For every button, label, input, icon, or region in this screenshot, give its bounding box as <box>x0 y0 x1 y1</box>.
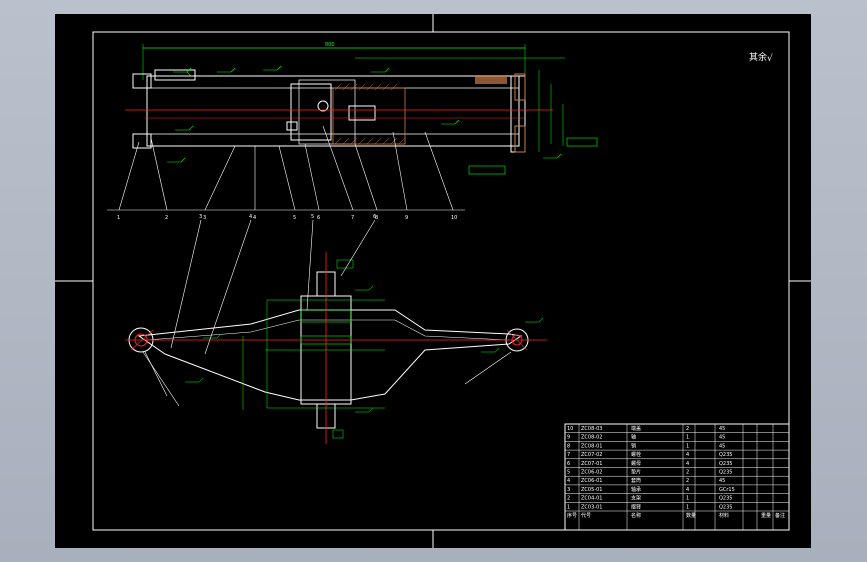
title-cell-qty: 4 <box>686 452 689 458</box>
hatch-lines <box>334 83 406 145</box>
title-cell-qty: 1 <box>686 435 689 441</box>
title-cell-name: 垫片 <box>631 469 641 476</box>
leader-lines-bottom <box>142 219 512 407</box>
title-cell-qty: 2 <box>686 470 689 476</box>
right-plate-top <box>475 76 507 84</box>
title-cell-material: 45 <box>719 443 725 449</box>
title-cell-index: 6 <box>567 461 570 467</box>
title-block-rows: 10 ZC08-03 端盖 2 459 ZC08-02 轴 1 458 ZC08-01 销 1 457 Z… <box>564 423 790 530</box>
middle-flange <box>298 79 356 145</box>
title-cell-code: ZC03-01 <box>581 504 602 510</box>
title-header-weight: 重量 <box>761 512 771 519</box>
title-cell-name: 销 <box>631 442 636 449</box>
title-cell-name: 螺栓 <box>631 451 641 458</box>
balloons-bottom: 3456 <box>199 214 376 220</box>
title-cell-qty: 4 <box>686 487 689 493</box>
title-header-code: 代号 <box>581 512 591 519</box>
balloon-top-10: 10 <box>451 215 457 221</box>
title-cell-code: ZC07-01 <box>581 461 602 467</box>
balloon-bottom-3: 3 <box>199 214 202 220</box>
title-cell-material: Q235 <box>719 496 732 502</box>
title-header-qty: 数量 <box>686 512 696 519</box>
balloon-top-5: 5 <box>293 215 296 221</box>
title-cell-code: ZC08-03 <box>581 426 602 432</box>
balloon-top-4: 4 <box>253 215 256 221</box>
balloon-bottom-6: 6 <box>373 214 376 220</box>
title-cell-qty: 1 <box>686 443 689 449</box>
title-cell-material: Q235 <box>719 461 732 467</box>
title-cell-code: ZC07-02 <box>581 452 602 458</box>
title-cell-name: 支架 <box>631 495 641 502</box>
title-cell-qty: 4 <box>686 461 689 467</box>
tolerance-frame-bottom <box>468 165 506 175</box>
title-cell-material: Q235 <box>719 504 732 510</box>
balloon-top-6: 6 <box>317 215 320 221</box>
title-cell-index: 8 <box>567 443 570 449</box>
title-cell-index: 4 <box>567 478 570 484</box>
title-cell-material: Q235 <box>719 452 732 458</box>
roughness-symbol: √ <box>767 53 773 64</box>
top-view: 800 <box>107 42 598 211</box>
title-cell-name: 摆臂 <box>631 503 641 510</box>
right-end-hatch-top <box>514 73 526 101</box>
inner-frame <box>92 31 790 531</box>
title-cell-index: 1 <box>567 504 570 510</box>
middle-slot <box>286 121 298 131</box>
left-plate <box>154 69 196 81</box>
title-cell-name: 端盖 <box>631 425 641 432</box>
lower-arm-inner <box>146 319 510 341</box>
middle-hole <box>317 100 329 112</box>
balloons-top: 1 2 3 4 5 6 7 8 9 10 <box>117 215 457 221</box>
cad-drawing: 其余 √ 800 1 2 3 4 5 6 7 8 9 10 3 4 5 6 10… <box>55 14 811 548</box>
lower-arm-outline <box>137 309 523 401</box>
title-cell-qty: 1 <box>686 496 689 502</box>
title-cell-index: 2 <box>567 496 570 502</box>
title-header-index: 序号 <box>567 512 577 519</box>
title-cell-code: ZC05-01 <box>581 487 602 493</box>
balloon-bottom-5: 5 <box>311 214 314 220</box>
title-cell-index: 5 <box>567 470 570 476</box>
title-cell-qty: 1 <box>686 504 689 510</box>
title-cell-material: GCr15 <box>719 487 735 493</box>
balloon-top-3: 3 <box>203 215 206 221</box>
title-header-name: 名称 <box>631 512 641 519</box>
balloon-top-9: 9 <box>405 215 408 221</box>
tube-section <box>332 87 406 145</box>
title-cell-code: ZC08-01 <box>581 443 602 449</box>
title-cell-code: ZC08-02 <box>581 435 602 441</box>
title-cell-name: 套筒 <box>631 477 641 484</box>
title-cell-index: 10 <box>567 426 573 432</box>
title-cell-qty: 2 <box>686 478 689 484</box>
title-cell-code: ZC04-01 <box>581 496 602 502</box>
title-cell-material: 45 <box>719 435 725 441</box>
title-cell-name: 轴 <box>631 434 636 441</box>
title-header-remark: 备注 <box>775 512 785 519</box>
balloon-bottom-4: 4 <box>249 214 252 220</box>
balloon-top-2: 2 <box>165 215 168 221</box>
title-cell-code: ZC06-02 <box>581 470 602 476</box>
title-cell-material: Q235 <box>719 470 732 476</box>
roughness-label: 其余 <box>749 51 767 63</box>
title-cell-material: 45 <box>719 426 725 432</box>
tolerance-frame-right <box>566 137 598 147</box>
right-end-hatch-bottom <box>514 125 526 153</box>
drawing-sheet: 其余 √ 800 1 2 3 4 5 6 7 8 9 10 3 4 5 6 10… <box>55 14 811 548</box>
bottom-view <box>125 219 547 444</box>
balloon-top-1: 1 <box>117 215 120 221</box>
leader-lines-top <box>118 125 454 211</box>
dim-overall-text: 800 <box>325 42 335 48</box>
dimensions-bottom <box>185 259 544 439</box>
title-cell-name: 轴承 <box>631 486 641 493</box>
title-header-material: 材料 <box>719 512 729 519</box>
right-end-plate <box>510 75 526 153</box>
title-cell-index: 3 <box>567 487 570 493</box>
title-cell-code: ZC06-01 <box>581 478 602 484</box>
title-cell-qty: 2 <box>686 426 689 432</box>
balloon-top-7: 7 <box>351 215 354 221</box>
title-cell-index: 9 <box>567 435 570 441</box>
title-cell-name: 螺母 <box>631 460 641 467</box>
title-cell-index: 7 <box>567 452 570 458</box>
title-cell-material: 45 <box>719 478 725 484</box>
